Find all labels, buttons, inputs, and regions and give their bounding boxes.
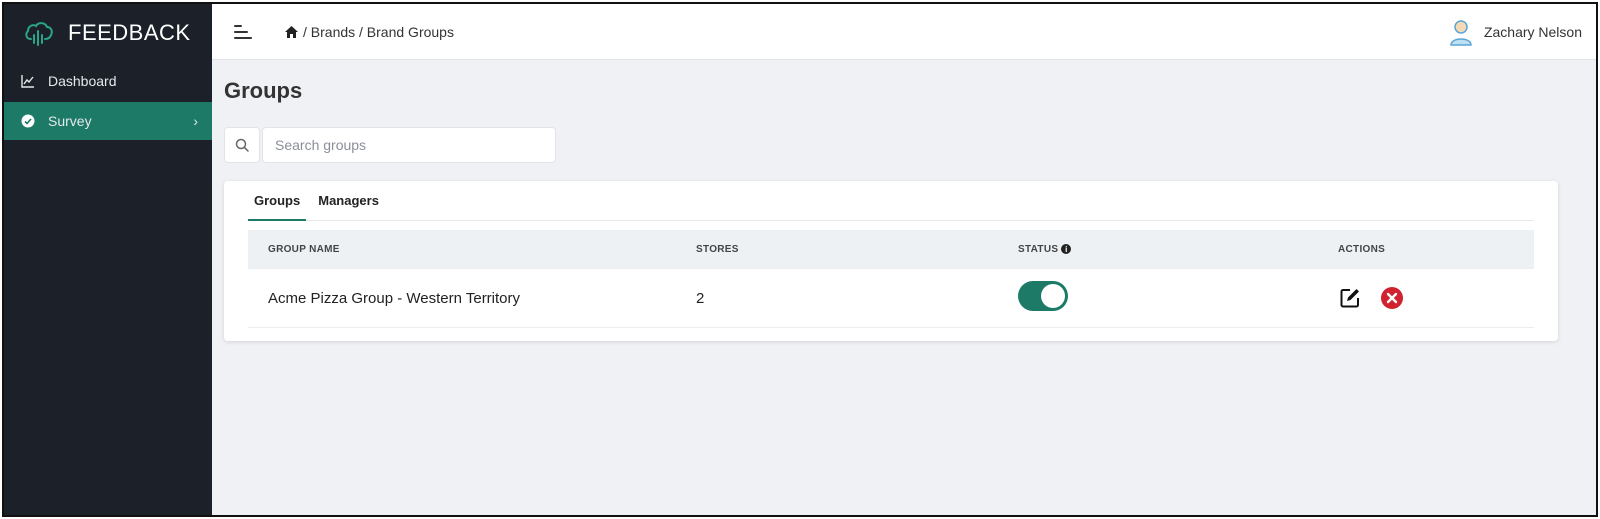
check-circle-icon [20,113,36,129]
search-icon [235,138,249,152]
table-row: Acme Pizza Group - Western Territory 2 [248,268,1534,328]
sidebar-item-dashboard[interactable]: Dashboard [4,62,212,100]
column-header-group-name[interactable]: GROUP NAME [248,244,678,255]
sidebar: FEEDBACK Dashboard Survey › [4,4,212,515]
topbar: / Brands / Brand Groups Zachary Nelson [212,4,1596,60]
table-header: GROUP NAME STORES STATUS i ACTIONS [248,230,1534,268]
breadcrumb: / Brands / Brand Groups [284,24,454,40]
sidebar-item-label: Survey [48,113,92,129]
groups-card: Groups Managers GROUP NAME STORES STATUS… [224,181,1558,341]
user-name: Zachary Nelson [1483,23,1582,40]
cell-status [798,281,1138,315]
search-bar [224,127,556,163]
column-header-actions: ACTIONS [1338,243,1386,255]
sidebar-item-survey[interactable]: Survey › [4,102,212,140]
brand[interactable]: FEEDBACK [4,4,212,62]
tab-managers[interactable]: Managers [312,181,385,221]
column-header-status-label: STATUS [1018,243,1059,255]
main-content: Groups Groups Managers GROUP NAME STORES [212,60,1596,515]
column-header-stores[interactable]: STORES [678,244,798,255]
cell-group-name: Acme Pizza Group - Western Territory [268,289,521,307]
chevron-right-icon: › [193,113,198,129]
search-button[interactable] [224,127,260,163]
breadcrumb-path[interactable]: / Brands / Brand Groups [303,24,454,40]
app-frame: FEEDBACK Dashboard Survey › / Brands / B… [2,2,1598,517]
delete-icon[interactable] [1380,286,1404,310]
sidebar-item-label: Dashboard [48,73,117,89]
edit-icon[interactable] [1338,286,1362,310]
groups-table: GROUP NAME STORES STATUS i ACTIONS Acme … [248,230,1534,328]
column-header-status[interactable]: STATUS i [798,244,1138,255]
status-toggle[interactable] [1018,281,1068,311]
menu-toggle-icon[interactable] [234,21,256,43]
cloud-logo-icon [25,22,53,46]
user-menu[interactable]: Zachary Nelson [1448,18,1582,46]
home-icon[interactable] [284,25,299,39]
cell-stores: 2 [696,289,705,307]
search-input[interactable] [262,127,556,163]
cell-actions [1138,286,1534,310]
tab-bar: Groups Managers [248,181,1534,221]
brand-name: FEEDBACK [68,20,191,45]
toggle-knob [1041,284,1065,308]
user-avatar-icon [1450,19,1472,46]
row-actions [1138,286,1534,310]
chart-line-icon [20,73,36,89]
info-icon[interactable]: i [1061,244,1072,254]
page-title: Groups [224,78,303,103]
tab-groups[interactable]: Groups [248,181,307,221]
